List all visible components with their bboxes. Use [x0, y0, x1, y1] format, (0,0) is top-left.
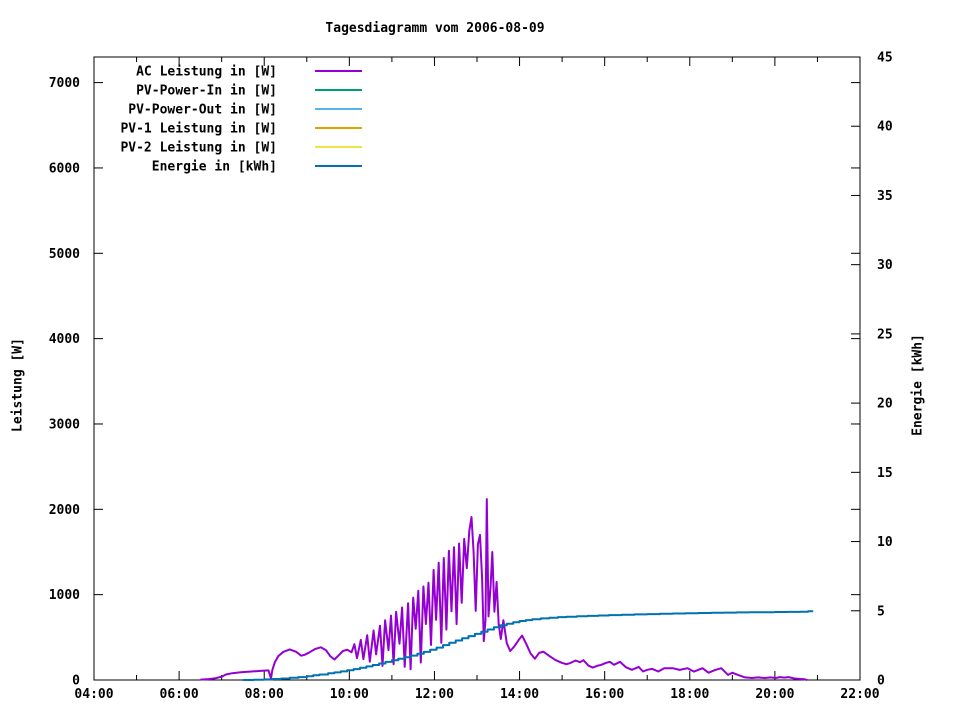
series-line-0 — [200, 498, 808, 681]
y-right-tick-label: 20 — [877, 397, 893, 412]
legend: AC Leistung in [W] PV-Power-In in [W] PV-P… — [120, 65, 362, 175]
plot-area: 04:00 06:00 08:00 10:00 12:00 14:00 16:00 18:00… — [49, 51, 893, 703]
y-right-axis-ticks: 0 5 10 15 20 25 30 35 40 45 — [851, 51, 893, 689]
y-left-tick-label: 4000 — [49, 332, 80, 347]
x-tick-label: 12:00 — [415, 687, 454, 702]
y-left-tick-label: 5000 — [49, 247, 80, 262]
x-tick-label: 04:00 — [74, 687, 113, 702]
y-left-tick-label: 0 — [72, 674, 80, 689]
legend-entry: PV-2 Leistung in [W] — [120, 141, 362, 156]
y-right-tick-label: 30 — [877, 258, 893, 273]
legend-entry-label: PV-1 Leistung in [W] — [120, 122, 277, 137]
legend-entry: Energie in [kWh] — [152, 160, 362, 175]
y-left-tick-label: 3000 — [49, 417, 80, 432]
series-lines — [200, 498, 814, 681]
x-tick-label: 20:00 — [755, 687, 794, 702]
x-tick-label: 16:00 — [585, 687, 624, 702]
chart-stage: Tagesdiagramm vom 2006-08-09 Leistung [W… — [0, 0, 960, 720]
x-tick-label: 14:00 — [500, 687, 539, 702]
x-tick-label: 06:00 — [160, 687, 199, 702]
y-left-tick-label: 6000 — [49, 161, 80, 176]
legend-entry: PV-1 Leistung in [W] — [120, 122, 362, 137]
x-tick-label: 10:00 — [330, 687, 369, 702]
legend-entry-label: PV-Power-Out in [W] — [128, 103, 277, 118]
legend-entry-label: AC Leistung in [W] — [136, 65, 277, 80]
y-right-tick-label: 10 — [877, 535, 893, 550]
x-tick-label: 08:00 — [245, 687, 284, 702]
y-right-tick-label: 15 — [877, 466, 893, 481]
y-right-tick-label: 40 — [877, 120, 893, 135]
y-left-tick-label: 1000 — [49, 588, 80, 603]
y-left-tick-label: 2000 — [49, 503, 80, 518]
legend-entry-label: Energie in [kWh] — [152, 160, 277, 175]
y-right-tick-label: 0 — [877, 674, 885, 689]
legend-entry-label: PV-2 Leistung in [W] — [120, 141, 277, 156]
y-right-tick-label: 25 — [877, 327, 893, 342]
legend-entry: PV-Power-In in [W] — [136, 84, 362, 99]
y-right-tick-label: 45 — [877, 51, 893, 66]
x-tick-label: 22:00 — [840, 687, 879, 702]
legend-entry-label: PV-Power-In in [W] — [136, 84, 277, 99]
x-tick-label: 18:00 — [670, 687, 709, 702]
legend-entry: AC Leistung in [W] — [136, 65, 362, 80]
legend-entry: PV-Power-Out in [W] — [128, 103, 362, 118]
y-right-tick-label: 35 — [877, 189, 893, 204]
y-left-tick-label: 7000 — [49, 76, 80, 91]
y-right-tick-label: 5 — [877, 604, 885, 619]
